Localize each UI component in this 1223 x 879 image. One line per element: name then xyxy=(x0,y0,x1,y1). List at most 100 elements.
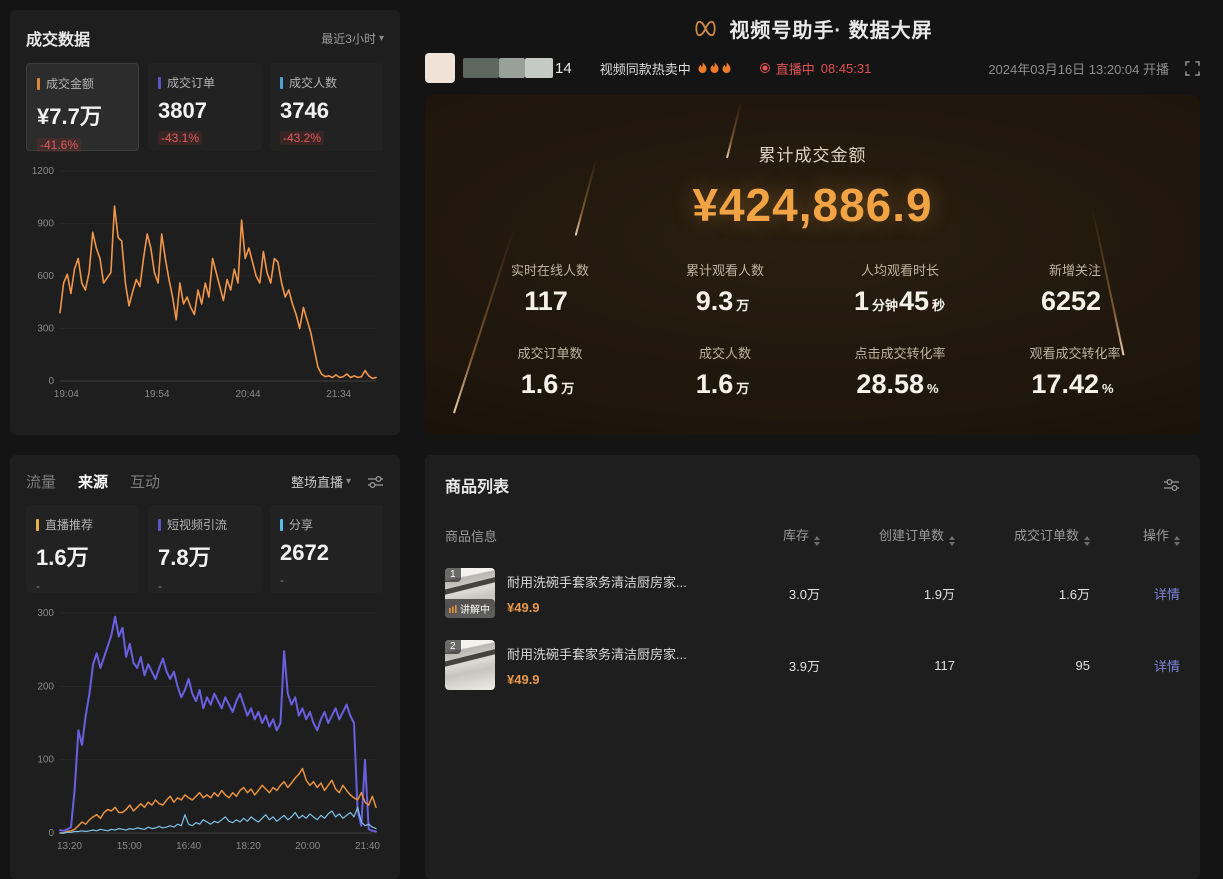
svg-text:18:20: 18:20 xyxy=(236,841,261,852)
product-title: 耐用洗碗手套家务清洁厨房家... xyxy=(507,572,687,591)
svg-text:300: 300 xyxy=(37,324,54,335)
fire-icon xyxy=(721,62,732,75)
page-title: 视频号助手· 数据大屏 xyxy=(729,14,932,43)
svg-text:15:00: 15:00 xyxy=(117,841,142,852)
chevron-down-icon: ▾ xyxy=(346,476,351,487)
svg-text:21:34: 21:34 xyxy=(326,389,351,400)
live-dot-icon xyxy=(760,63,770,73)
product-list-panel: 商品列表 商品信息 库存 创建订单数 成交订单数 操作 1 讲解中 xyxy=(425,455,1200,879)
svg-text:1200: 1200 xyxy=(32,166,55,177)
product-thumbnail: 1 讲解中 xyxy=(445,568,495,618)
stat-total-viewers: 累计观看人数 9.3万 xyxy=(638,260,813,317)
delta-badge: -41.6% xyxy=(37,138,81,152)
stream-start-time: 2024年03月16日 13:20:04 开播 xyxy=(988,59,1169,78)
traffic-tabs: 流量 来源 互动 xyxy=(26,471,160,492)
detail-link[interactable]: 详情 xyxy=(1154,587,1180,602)
deal-metric-cards: 成交金额 ¥7.7万 -41.6% 成交订单 3807 -43.1% 成交人数 … xyxy=(26,63,384,151)
delta-placeholder: - xyxy=(280,573,373,587)
deal-trend-chart: 0 300 600 900 1200 19:04 19:54 20:44 21:34 xyxy=(26,161,384,403)
svg-text:0: 0 xyxy=(48,376,54,387)
speaker-icon xyxy=(449,605,457,613)
svg-text:900: 900 xyxy=(37,219,54,230)
deal-orders-value: 95 xyxy=(955,658,1090,673)
product-panel-title: 商品列表 xyxy=(445,473,509,497)
product-title: 耐用洗碗手套家务清洁厨房家... xyxy=(507,644,687,663)
metric-card-share[interactable]: 分享 2672 - xyxy=(270,505,383,593)
metric-card-short-video[interactable]: 短视频引流 7.8万 - xyxy=(148,505,261,593)
stat-deal-users: 成交人数 1.6万 xyxy=(638,343,813,400)
col-action[interactable]: 操作 xyxy=(1090,525,1180,546)
svg-text:19:04: 19:04 xyxy=(54,389,79,400)
fire-icon xyxy=(709,62,720,75)
detail-link[interactable]: 详情 xyxy=(1154,659,1180,674)
fire-icon xyxy=(697,62,708,75)
created-orders-value: 1.9万 xyxy=(820,584,955,603)
marker-bar xyxy=(280,77,283,89)
product-price: ¥49.9 xyxy=(507,672,687,687)
rank-badge: 1 xyxy=(445,568,461,582)
sort-icon xyxy=(1174,536,1180,546)
metric-card-deal-amount[interactable]: 成交金额 ¥7.7万 -41.6% xyxy=(26,63,139,151)
col-deal-orders[interactable]: 成交订单数 xyxy=(955,525,1090,546)
product-thumbnail: 2 xyxy=(445,640,495,690)
chevron-down-icon: ▾ xyxy=(379,33,384,44)
delta-placeholder: - xyxy=(36,579,129,593)
svg-text:600: 600 xyxy=(37,271,54,282)
fullscreen-icon[interactable] xyxy=(1185,61,1200,76)
tab-interaction[interactable]: 互动 xyxy=(130,471,160,492)
deal-range-dropdown[interactable]: 最近3小时▾ xyxy=(321,30,384,47)
tab-traffic[interactable]: 流量 xyxy=(26,471,56,492)
deal-panel-title: 成交数据 xyxy=(26,26,90,50)
channels-logo-icon xyxy=(692,17,719,40)
filter-sliders-icon[interactable] xyxy=(1163,478,1180,492)
total-amount-label: 累计成交金额 xyxy=(425,141,1200,166)
filter-sliders-icon[interactable] xyxy=(367,475,384,489)
marker-bar xyxy=(158,519,161,531)
marker-bar xyxy=(36,519,39,531)
metric-card-deal-orders[interactable]: 成交订单 3807 -43.1% xyxy=(148,63,261,151)
col-stock[interactable]: 库存 xyxy=(720,525,820,546)
stat-new-followers: 新增关注 6252 xyxy=(988,260,1163,317)
app-header: 视频号助手· 数据大屏 xyxy=(425,12,1200,44)
svg-text:20:00: 20:00 xyxy=(295,841,320,852)
svg-text:16:40: 16:40 xyxy=(176,841,201,852)
svg-text:100: 100 xyxy=(37,755,54,766)
metric-card-deal-users[interactable]: 成交人数 3746 -43.2% xyxy=(270,63,383,151)
stock-value: 3.0万 xyxy=(720,584,820,603)
product-table-header: 商品信息 库存 创建订单数 成交订单数 操作 xyxy=(445,525,1180,546)
svg-text:19:54: 19:54 xyxy=(144,389,169,400)
svg-text:20:44: 20:44 xyxy=(236,389,261,400)
svg-text:13:20: 13:20 xyxy=(57,841,82,852)
created-orders-value: 117 xyxy=(820,658,955,673)
delta-placeholder: - xyxy=(158,579,251,593)
col-created-orders[interactable]: 创建订单数 xyxy=(820,525,955,546)
summary-stats-grid: 实时在线人数 117 累计观看人数 9.3万 人均观看时长 1分钟45秒 新增关… xyxy=(463,260,1163,400)
tab-source[interactable]: 来源 xyxy=(78,471,108,492)
summary-card: 累计成交金额 ¥424,886.9 实时在线人数 117 累计观看人数 9.3万… xyxy=(425,95,1200,435)
masked-anchor-name xyxy=(463,58,553,78)
marker-bar xyxy=(280,519,283,531)
stat-view-conversion: 观看成交转化率 17.42% xyxy=(988,343,1163,400)
table-row[interactable]: 1 讲解中 耐用洗碗手套家务清洁厨房家... ¥49.9 3.0万 1.9万 1… xyxy=(445,568,1180,618)
col-product-info: 商品信息 xyxy=(445,526,720,545)
svg-text:200: 200 xyxy=(37,681,54,692)
traffic-range-dropdown[interactable]: 整场直播▾ xyxy=(291,472,351,491)
stat-click-conversion: 点击成交转化率 28.58% xyxy=(813,343,988,400)
marker-bar xyxy=(37,78,40,90)
live-duration: 08:45:31 xyxy=(821,61,872,76)
svg-text:21:40: 21:40 xyxy=(355,841,380,852)
anchor-name-suffix: 14 xyxy=(555,60,572,77)
deal-orders-value: 1.6万 xyxy=(955,584,1090,603)
product-price: ¥49.9 xyxy=(507,600,687,615)
dashboard-screen: 视频号助手· 数据大屏 14 视频同款热卖中 直播中 08:45:31 2024… xyxy=(0,0,1223,879)
stat-deal-orders: 成交订单数 1.6万 xyxy=(463,343,638,400)
marker-bar xyxy=(158,77,161,89)
metric-card-live-recommend[interactable]: 直播推荐 1.6万 - xyxy=(26,505,139,593)
live-activity-text: 视频同款热卖中 xyxy=(600,59,732,78)
svg-text:300: 300 xyxy=(37,608,54,619)
deal-data-panel: 成交数据 最近3小时▾ 成交金额 ¥7.7万 -41.6% 成交订单 3807 … xyxy=(10,10,400,435)
stock-value: 3.9万 xyxy=(720,656,820,675)
live-label: 直播中 xyxy=(776,59,815,78)
delta-badge: -43.1% xyxy=(158,131,202,145)
table-row[interactable]: 2 耐用洗碗手套家务清洁厨房家... ¥49.9 3.9万 117 95 详情 xyxy=(445,640,1180,690)
